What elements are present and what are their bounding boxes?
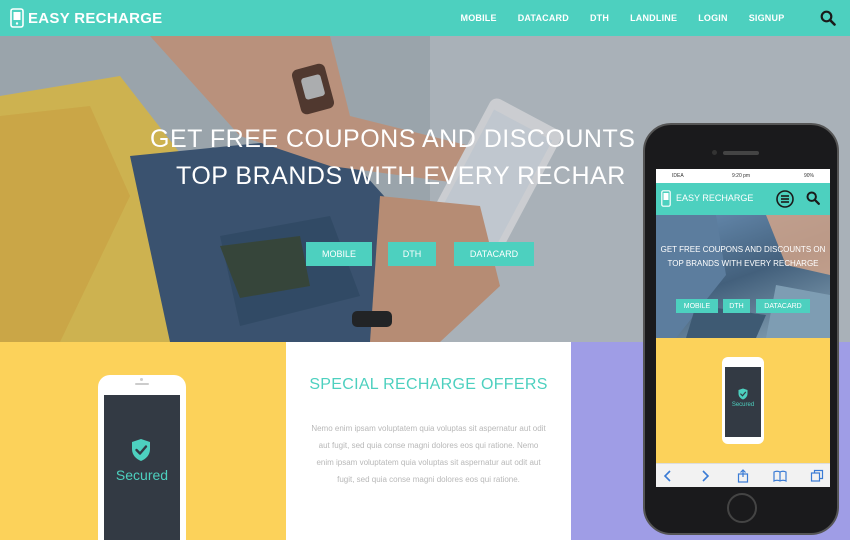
security-panel: Secured xyxy=(0,342,286,540)
brand-name: EASY RECHARGE xyxy=(28,9,163,27)
hero-headline-line1: GET FREE COUPONS AND DISCOUNTS xyxy=(150,125,636,153)
mobile-navbar: EASY RECHARGE xyxy=(656,183,830,215)
status-battery: 90% xyxy=(804,173,815,179)
phone-speaker xyxy=(723,151,759,155)
brand-logo[interactable]: EASY RECHARGE xyxy=(10,8,162,28)
mobile-button-mobile[interactable]: MOBILE xyxy=(676,299,718,313)
secured-label: Secured xyxy=(731,402,755,408)
mobile-screen: IDEA 9:20 pm 90% EASY RECHARGE GET FREE … xyxy=(656,169,830,487)
phone-screen: Secured xyxy=(725,367,761,437)
share-icon[interactable] xyxy=(736,469,750,483)
mobile-brand-name[interactable]: EASY RECHARGE xyxy=(676,193,753,203)
menu-icon[interactable] xyxy=(776,190,794,208)
mobile-hero: GET FREE COUPONS AND DISCOUNTS ON TOP BR… xyxy=(656,215,830,338)
phone-speaker xyxy=(135,383,149,385)
nav-link-landline[interactable]: LANDLINE xyxy=(630,13,677,23)
search-icon[interactable] xyxy=(820,10,836,26)
offers-description: Nemo enim ipsam voluptatem quia voluptas… xyxy=(311,424,546,484)
nav-link-signup[interactable]: SIGNUP xyxy=(749,13,785,23)
phone-screen: Secured xyxy=(104,395,180,540)
nav-link-mobile[interactable]: MOBILE xyxy=(461,13,497,23)
mobile-security-panel: Secured xyxy=(656,338,830,463)
phone-mockup: Secured xyxy=(722,357,764,444)
status-bar: IDEA 9:20 pm 90% xyxy=(656,169,830,183)
nav-link-login[interactable]: LOGIN xyxy=(698,13,728,23)
hero-headline-line2: TOP BRANDS WITH EVERY RECHAR xyxy=(176,162,626,190)
phone-icon xyxy=(10,8,24,28)
search-icon[interactable] xyxy=(806,191,820,205)
secured-label: Secured xyxy=(115,467,169,483)
bookmarks-icon[interactable] xyxy=(773,469,787,483)
browser-toolbar xyxy=(656,463,830,487)
mobile-hero-photo xyxy=(656,215,830,338)
home-button[interactable] xyxy=(727,493,757,523)
shield-check-icon xyxy=(738,388,748,400)
phone-camera xyxy=(140,378,143,381)
hero-button-mobile[interactable]: MOBILE xyxy=(306,242,372,266)
tabs-icon[interactable] xyxy=(810,469,824,483)
shield-check-icon xyxy=(132,439,150,461)
forward-icon[interactable] xyxy=(698,469,712,483)
phone-camera xyxy=(712,150,717,155)
offers-panel: SPECIAL RECHARGE OFFERS Nemo enim ipsam … xyxy=(286,342,571,540)
phone-icon xyxy=(661,190,671,207)
mobile-button-dth[interactable]: DTH xyxy=(723,299,750,313)
navbar: EASY RECHARGE MOBILE DATACARD DTH LANDLI… xyxy=(0,0,850,36)
status-carrier: IDEA xyxy=(672,173,684,179)
hero-button-dth[interactable]: DTH xyxy=(388,242,436,266)
back-icon[interactable] xyxy=(661,469,675,483)
nav-link-datacard[interactable]: DATACARD xyxy=(518,13,569,23)
mobile-button-datacard[interactable]: DATACARD xyxy=(756,299,810,313)
nav-link-dth[interactable]: DTH xyxy=(590,13,609,23)
phone-mockup: Secured xyxy=(98,375,186,540)
mobile-hero-headline: GET FREE COUPONS AND DISCOUNTS ON TOP BR… xyxy=(660,245,826,268)
iphone-mockup: IDEA 9:20 pm 90% EASY RECHARGE GET FREE … xyxy=(643,123,839,535)
hero-button-datacard[interactable]: DATACARD xyxy=(454,242,534,266)
offers-title: SPECIAL RECHARGE OFFERS xyxy=(309,376,548,393)
nav-menu: MOBILE DATACARD DTH LANDLINE LOGIN SIGNU… xyxy=(450,0,795,36)
status-time: 9:20 pm xyxy=(732,173,751,179)
